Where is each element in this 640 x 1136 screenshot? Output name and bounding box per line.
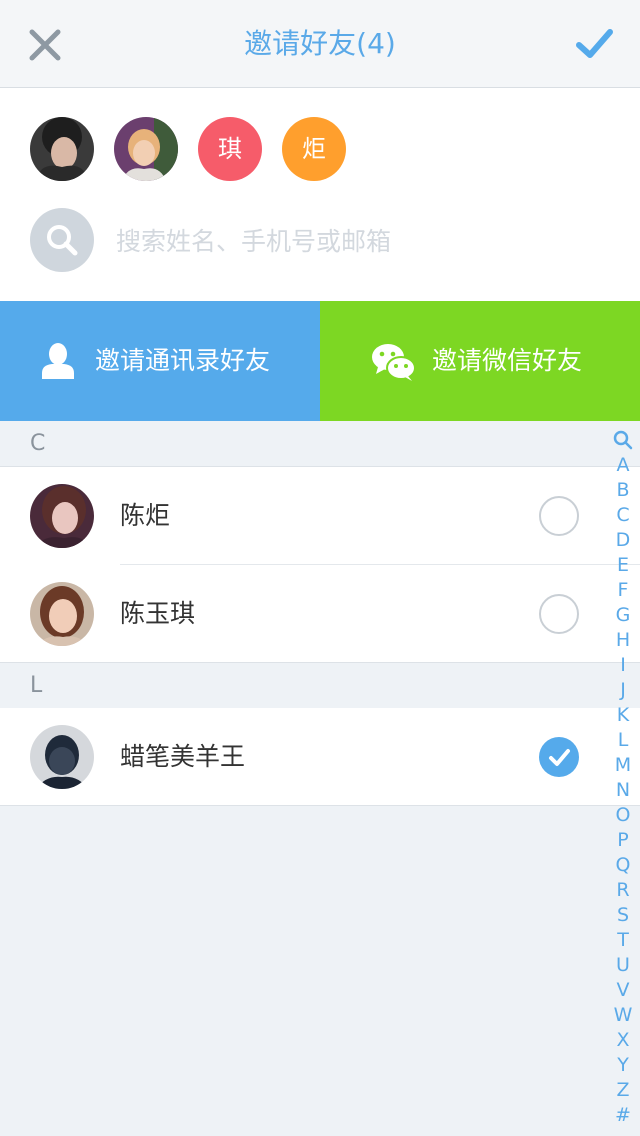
- search-icon: [613, 430, 633, 450]
- index-letter[interactable]: Y: [617, 1053, 629, 1078]
- section-header-c: C: [0, 421, 640, 467]
- page-title: 邀请好友(4): [244, 27, 396, 60]
- index-letter[interactable]: F: [618, 578, 629, 603]
- section-header-l: L: [0, 663, 640, 709]
- index-letter[interactable]: A: [616, 453, 629, 478]
- index-letter[interactable]: C: [616, 503, 629, 528]
- avatar: [30, 582, 94, 646]
- index-letter[interactable]: Z: [616, 1078, 629, 1103]
- invite-contacts-button[interactable]: 邀请通讯录好友: [0, 301, 320, 421]
- navigation-bar: 邀请好友(4): [0, 0, 640, 88]
- search-button[interactable]: [30, 208, 94, 272]
- index-letter[interactable]: B: [616, 478, 629, 503]
- selected-friends-panel: 琪 炬: [0, 88, 640, 301]
- selected-avatar-photo-2[interactable]: [114, 117, 178, 181]
- index-letter[interactable]: H: [616, 628, 630, 653]
- select-checkbox[interactable]: [539, 594, 579, 634]
- invite-wechat-label: 邀请微信好友: [432, 346, 583, 375]
- index-letter[interactable]: N: [616, 778, 630, 803]
- avatar-image: [30, 484, 94, 548]
- index-letter[interactable]: S: [617, 903, 629, 928]
- avatar: [30, 725, 94, 789]
- index-letter[interactable]: K: [617, 703, 629, 728]
- section-letter: C: [30, 431, 46, 456]
- wechat-icon: [372, 344, 416, 381]
- index-letter[interactable]: E: [617, 553, 629, 578]
- avatar-initial: 琪: [198, 117, 262, 181]
- checkmark-icon: [576, 29, 613, 58]
- index-letter[interactable]: #: [615, 1103, 631, 1128]
- index-letter[interactable]: I: [620, 653, 626, 678]
- contact-row[interactable]: 陈玉琪: [0, 565, 640, 663]
- invite-options: 邀请通讯录好友 邀请微信好友: [0, 301, 640, 421]
- contact-person-icon: [42, 343, 74, 379]
- index-search-icon[interactable]: [613, 428, 633, 453]
- avatar-image: [30, 582, 94, 646]
- index-letter[interactable]: V: [616, 978, 629, 1003]
- select-checkbox[interactable]: [539, 496, 579, 536]
- selected-avatar-photo-1[interactable]: [30, 117, 94, 181]
- avatar-initial: 炬: [282, 117, 346, 181]
- index-letter[interactable]: Q: [616, 853, 631, 878]
- index-letter[interactable]: J: [620, 678, 626, 703]
- index-letter[interactable]: P: [617, 828, 628, 853]
- search-input[interactable]: [114, 216, 598, 266]
- contact-list-c: 陈炬 陈玉琪: [0, 467, 640, 663]
- avatar: [30, 484, 94, 548]
- index-letter[interactable]: O: [616, 803, 631, 828]
- alphabet-index-bar[interactable]: A B C D E F G H I J K L M N O P Q R S T U V W X Y Z #: [606, 428, 640, 1128]
- invite-contacts-label: 邀请通讯录好友: [95, 346, 271, 375]
- checkmark-icon: [549, 749, 570, 766]
- index-letter[interactable]: X: [616, 1028, 629, 1053]
- confirm-button[interactable]: [570, 20, 618, 68]
- invite-wechat-button[interactable]: 邀请微信好友: [320, 301, 640, 421]
- avatar-image: [30, 725, 94, 789]
- avatar-image: [114, 117, 178, 181]
- index-letter[interactable]: W: [614, 1003, 633, 1028]
- search-icon: [47, 225, 78, 256]
- contact-name: 陈玉琪: [120, 599, 196, 628]
- contact-row[interactable]: 蜡笔美羊王: [0, 708, 640, 806]
- index-letter[interactable]: M: [615, 753, 631, 778]
- selected-avatar-qi[interactable]: 琪: [198, 117, 262, 181]
- section-letter: L: [30, 673, 43, 698]
- select-checkbox-checked[interactable]: [539, 737, 579, 777]
- contact-name: 陈炬: [120, 501, 171, 530]
- contact-row[interactable]: 陈炬: [0, 467, 640, 565]
- avatar-image: [30, 117, 94, 181]
- index-letter[interactable]: T: [617, 928, 629, 953]
- index-letter[interactable]: D: [616, 528, 631, 553]
- index-letters: A B C D E F G H I J K L M N O P Q R S T U V W X Y Z #: [614, 453, 633, 1128]
- selected-avatar-ju[interactable]: 炬: [282, 117, 346, 181]
- contact-name: 蜡笔美羊王: [120, 742, 246, 771]
- index-letter[interactable]: U: [616, 953, 630, 978]
- index-letter[interactable]: R: [616, 878, 629, 903]
- contact-list-l: 蜡笔美羊王: [0, 708, 640, 806]
- index-letter[interactable]: L: [618, 728, 629, 753]
- index-letter[interactable]: G: [616, 603, 631, 628]
